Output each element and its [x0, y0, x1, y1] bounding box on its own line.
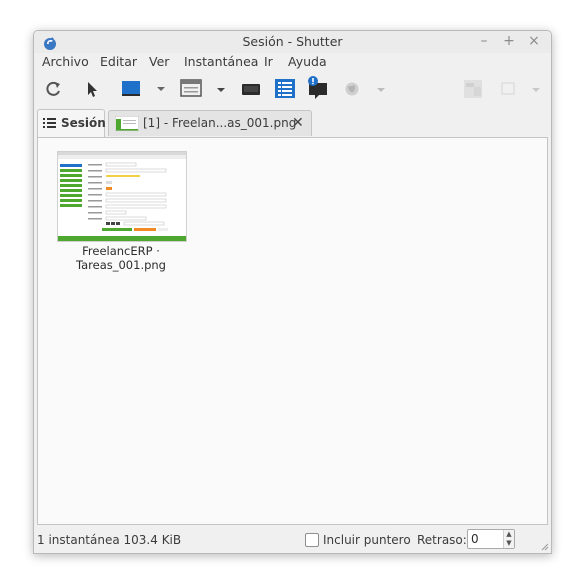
- tab-session-label: Sesión: [61, 116, 106, 130]
- web-capture-icon: [345, 82, 359, 96]
- list-icon: [43, 118, 56, 128]
- resize-grip-icon[interactable]: [539, 541, 549, 551]
- pointer-icon[interactable]: [84, 75, 100, 103]
- screenshot-thumbnail[interactable]: [57, 151, 187, 242]
- thumbnail-label-line2: Tareas_001.png: [75, 258, 166, 272]
- selection-icon[interactable]: [120, 75, 144, 103]
- title-bar: Sesión - Shutter – + ×: [34, 31, 551, 53]
- thumbnail-label-line1: FreelancERP ·: [82, 244, 160, 258]
- close-window-button[interactable]: ×: [527, 33, 541, 49]
- delay-input[interactable]: [468, 530, 507, 548]
- delay-label: Retraso:: [417, 533, 467, 547]
- delay-spinner[interactable]: ▲▼: [467, 529, 515, 549]
- window-capture-icon[interactable]: [179, 75, 205, 103]
- menu-ir[interactable]: Ir: [264, 54, 273, 69]
- desktop-icon[interactable]: [240, 75, 262, 103]
- session-view: FreelancERP · Tareas_001.png: [37, 137, 548, 525]
- tab-file-label: [1] - Freelan...as_001.png: [143, 116, 297, 130]
- file-thumbnail-icon: [115, 116, 139, 131]
- toolbar: [34, 75, 551, 105]
- close-tab-icon[interactable]: ✕: [292, 115, 304, 131]
- export-icon: [501, 82, 515, 95]
- window-dropdown-arrow-icon[interactable]: [215, 75, 227, 103]
- tooltip-capture-icon[interactable]: [306, 75, 330, 103]
- delay-stepper-buttons[interactable]: ▲ ▼: [503, 530, 514, 548]
- menu-instantanea[interactable]: Instantánea: [184, 54, 258, 69]
- menu-archivo[interactable]: Archivo: [42, 54, 89, 69]
- window-title: Sesión - Shutter: [242, 34, 343, 49]
- web-dropdown-arrow-icon: [377, 88, 385, 92]
- menu-capture-icon[interactable]: [274, 75, 296, 103]
- tab-file[interactable]: [1] - Freelan...as_001.png ✕: [108, 110, 312, 136]
- menu-ayuda[interactable]: Ayuda: [288, 54, 327, 69]
- refresh-icon[interactable]: [42, 75, 64, 103]
- menu-bar: Archivo Editar Ver Instantánea Ir Ayuda: [34, 52, 551, 72]
- selection-dropdown-arrow-icon[interactable]: [155, 75, 167, 103]
- minimize-button[interactable]: –: [477, 33, 491, 49]
- menu-editar[interactable]: Editar: [100, 54, 137, 69]
- edit-icon: [464, 80, 482, 98]
- status-bar: 1 instantánea 103.4 KiB Incluir puntero …: [34, 528, 551, 552]
- include-pointer-label[interactable]: Incluir puntero: [323, 533, 411, 547]
- tab-bar: Sesión [1] - Freelan...as_001.png ✕: [34, 109, 551, 137]
- menu-ver[interactable]: Ver: [149, 54, 169, 69]
- thumbnail-label: FreelancERP · Tareas_001.png: [48, 244, 194, 272]
- shutter-window: Sesión - Shutter – + × Archivo Editar Ve…: [33, 30, 552, 554]
- tab-session[interactable]: Sesión: [37, 109, 106, 137]
- export-dropdown-arrow-icon: [532, 88, 540, 92]
- maximize-button[interactable]: +: [502, 33, 516, 49]
- status-summary: 1 instantánea 103.4 KiB: [37, 533, 182, 547]
- include-pointer-checkbox[interactable]: [305, 533, 319, 547]
- screenshot-preview-image: [58, 152, 186, 241]
